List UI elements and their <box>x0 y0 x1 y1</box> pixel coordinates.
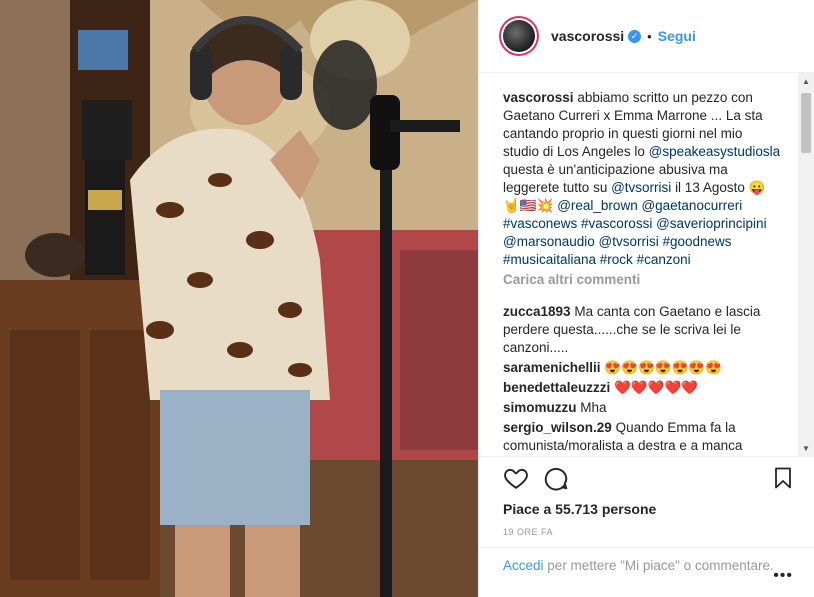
post-header: vascorossi ✓ • Segui <box>479 0 814 73</box>
caption: vascorossi abbiamo scritto un pezzo con … <box>503 89 781 269</box>
login-prompt-text: per mettere "Mi piace" o commentare. <box>547 558 774 573</box>
scroll-down-arrow-icon[interactable]: ▼ <box>798 440 814 456</box>
post-actions: Piace a 55.713 persone 19 ORE FA Accedi … <box>479 456 814 597</box>
more-options-icon[interactable]: ••• <box>773 567 793 585</box>
header-separator: • <box>647 28 652 44</box>
comment-username[interactable]: benedettaleuzzzi <box>503 380 610 395</box>
post-side-panel: vascorossi ✓ • Segui vascorossi abbiamo … <box>478 0 814 597</box>
comments-list[interactable]: vascorossi abbiamo scritto un pezzo con … <box>479 73 814 456</box>
login-link[interactable]: Accedi <box>503 558 544 573</box>
load-more-comments[interactable]: Carica altri commenti <box>503 271 781 289</box>
comment-username[interactable]: zucca1893 <box>503 304 571 319</box>
heart-outline-icon[interactable] <box>503 465 529 491</box>
avatar[interactable] <box>499 16 539 56</box>
follow-button[interactable]: Segui <box>658 28 696 44</box>
instagram-post-view: vascorossi ✓ • Segui vascorossi abbiamo … <box>0 0 814 597</box>
comment-username[interactable]: sergio_wilson.29 <box>503 420 612 435</box>
action-icons <box>503 465 795 495</box>
comment-text: 😍😍😍😍😍😍😍 <box>604 360 722 375</box>
caption-mention-1[interactable]: @speakeasystudiosla <box>649 144 781 159</box>
speech-bubble-icon[interactable] <box>543 465 569 491</box>
comment-text: Mha <box>580 400 607 415</box>
post-photo[interactable] <box>0 0 478 597</box>
username-link[interactable]: vascorossi <box>551 28 624 44</box>
photo-illustration <box>0 0 478 597</box>
comments-scrollbar[interactable]: ▲ ▼ <box>798 73 814 456</box>
bookmark-icon[interactable] <box>771 465 795 491</box>
comment-item: simomuzzu Mha <box>503 399 781 417</box>
post-timestamp: 19 ORE FA <box>503 527 554 537</box>
comment-text: ❤️❤️❤️❤️❤️ <box>614 380 699 395</box>
verified-badge-icon: ✓ <box>628 29 642 43</box>
avatar-image <box>503 20 535 52</box>
scrollbar-thumb[interactable] <box>801 93 811 153</box>
scroll-up-arrow-icon[interactable]: ▲ <box>798 73 814 89</box>
comment-username[interactable]: saramenichellii <box>503 360 601 375</box>
caption-username[interactable]: vascorossi <box>503 90 574 105</box>
comment-item: zucca1893 Ma canta con Gaetano e lascia … <box>503 303 781 357</box>
comment-item: sergio_wilson.29 Quando Emma fa la comun… <box>503 419 781 455</box>
caption-mention-2[interactable]: @tvsorrisi <box>611 180 671 195</box>
login-prompt: Accedi per mettere "Mi piace" o commenta… <box>479 547 814 597</box>
likes-count[interactable]: Piace a 55.713 persone <box>503 501 656 517</box>
comment-username[interactable]: simomuzzu <box>503 400 577 415</box>
comment-item: benedettaleuzzzi ❤️❤️❤️❤️❤️ <box>503 379 781 397</box>
comment-item: saramenichellii 😍😍😍😍😍😍😍 <box>503 359 781 377</box>
